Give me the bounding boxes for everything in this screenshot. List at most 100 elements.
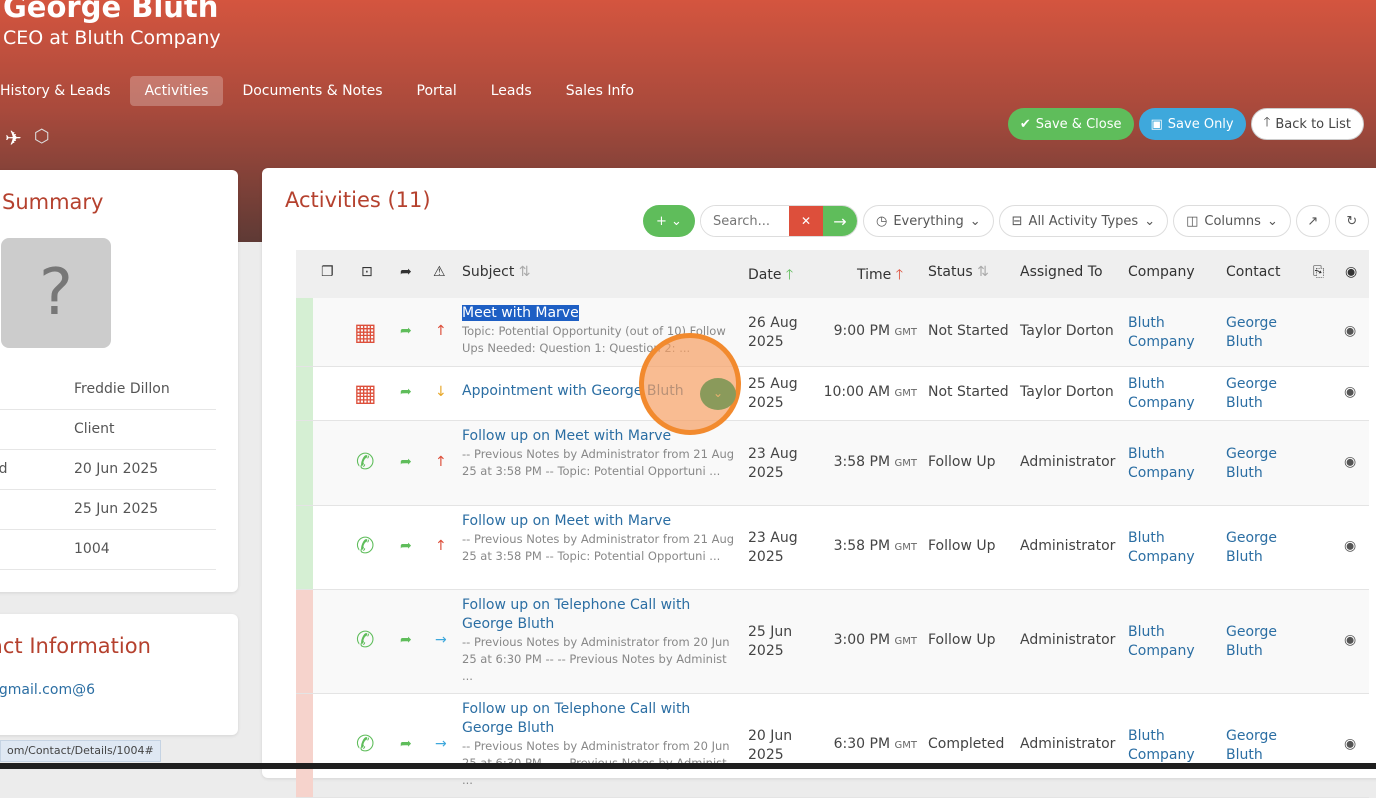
activity-notes: -- Previous Notes by Administrator from …	[462, 532, 735, 563]
phone-icon: ✆	[356, 449, 375, 475]
save-close-button[interactable]: ✔ Save & Close	[1007, 108, 1134, 140]
summary-row: Freddie Dillon	[0, 370, 216, 410]
header-contact[interactable]: Contact	[1226, 264, 1280, 280]
status-stripe	[296, 694, 313, 797]
view-eye-icon[interactable]: ◉	[1344, 323, 1356, 339]
activity-time: 6:30 PM GMT	[833, 736, 917, 752]
activity-date: 26 Aug 2025	[748, 314, 798, 350]
tab-portal[interactable]: Portal	[402, 76, 472, 106]
row-expand-button[interactable]: ⌄	[700, 378, 736, 410]
calendar-icon: ▦	[354, 317, 377, 346]
activity-date: 23 Aug 2025	[748, 445, 798, 481]
company-link[interactable]: Bluth Company	[1128, 445, 1208, 483]
table-row[interactable]: ✆ ➦ → Follow up on Telephone Call with G…	[296, 590, 1369, 694]
summary-row: Client	[0, 410, 216, 450]
activity-time: 3:58 PM GMT	[833, 453, 917, 470]
add-activity-button[interactable]: + ⌄	[643, 205, 695, 237]
header-date[interactable]: Date 🡑	[748, 264, 793, 288]
phone-icon: ✆	[356, 534, 375, 559]
search-box: ✕ →	[700, 205, 858, 237]
company-link[interactable]: Bluth Company	[1128, 314, 1208, 352]
table-row[interactable]: ▦ ➦ ↑ Meet with Marve Topic: Potential O…	[296, 298, 1369, 367]
assigned-to: Taylor Dorton	[1020, 384, 1114, 400]
priority-up-icon: ↑	[435, 538, 447, 554]
contact-link[interactable]: George Bluth	[1226, 445, 1296, 483]
status-stripe	[296, 367, 313, 420]
taskbar	[0, 763, 1376, 769]
contact-link[interactable]: George Bluth	[1226, 727, 1296, 765]
forward-icon[interactable]: ➦	[400, 632, 412, 648]
copy-icon[interactable]: ❐	[321, 264, 334, 280]
refresh-button[interactable]: ↻	[1334, 205, 1369, 237]
save-only-button[interactable]: ▣ Save Only	[1138, 108, 1246, 140]
company-link[interactable]: Bluth Company	[1128, 375, 1208, 413]
company-link[interactable]: Bluth Company	[1128, 727, 1208, 765]
header-assigned[interactable]: Assigned To	[1020, 264, 1103, 280]
back-to-list-button[interactable]: 🡑 Back to List	[1250, 108, 1364, 140]
header-company[interactable]: Company	[1128, 264, 1195, 280]
clear-search-button[interactable]: ✕	[789, 206, 823, 236]
view-eye-icon[interactable]: ◉	[1344, 454, 1356, 470]
header-time[interactable]: Time 🡑	[857, 264, 903, 288]
search-go-button[interactable]: →	[823, 206, 857, 236]
paperclip-icon: ⎘	[1313, 264, 1325, 280]
subject-link[interactable]: Follow up on Telephone Call with George …	[462, 700, 737, 738]
forward-icon[interactable]: ➦	[400, 736, 412, 752]
warning-icon[interactable]: ⚠	[433, 264, 446, 280]
contact-link[interactable]: George Bluth	[1226, 314, 1296, 352]
activity-type-dropdown[interactable]: ⊟ All Activity Types ⌄	[998, 205, 1169, 237]
alert-hexagon-icon[interactable]: ⬡	[34, 126, 50, 150]
columns-dropdown[interactable]: ◫ Columns ⌄	[1173, 205, 1291, 237]
view-eye-icon[interactable]: ◉	[1344, 736, 1356, 752]
avatar: ?	[1, 238, 111, 348]
subject-link[interactable]: Meet with Marve	[462, 304, 737, 323]
forward-icon[interactable]: ➦	[400, 264, 412, 280]
inbox-icon[interactable]: ⊡	[361, 264, 373, 280]
summary-value: 20 Jun 2025	[74, 461, 159, 477]
company-link[interactable]: Bluth Company	[1128, 623, 1208, 661]
summary-label: ed	[0, 461, 8, 477]
table-row[interactable]: ▦ ➦ ↓ Appointment with George Bluth 25 A…	[296, 367, 1369, 421]
subject-link[interactable]: Follow up on Telephone Call with George …	[462, 596, 737, 634]
clock-icon: ◷	[876, 213, 888, 229]
header-status[interactable]: Status ⇅	[928, 264, 989, 280]
tab-documents-notes[interactable]: Documents & Notes	[227, 76, 397, 106]
header-subject[interactable]: Subject ⇅	[462, 264, 531, 280]
company-link[interactable]: Bluth Company	[1128, 529, 1208, 567]
email-link[interactable]: 6@gmail.com	[0, 682, 95, 698]
search-input[interactable]	[701, 206, 789, 236]
tab-history-leads[interactable]: History & Leads	[0, 76, 126, 106]
external-link-button[interactable]: ↗	[1295, 205, 1330, 237]
activity-notes: -- Previous Notes by Administrator from …	[462, 447, 735, 478]
view-eye-icon[interactable]: ◉	[1344, 632, 1356, 648]
forward-icon[interactable]: ➦	[400, 538, 412, 554]
assigned-to: Taylor Dorton	[1020, 322, 1114, 339]
forward-icon[interactable]: ➦	[400, 454, 412, 470]
tab-sales-info[interactable]: Sales Info	[551, 76, 649, 106]
pin-icon[interactable]: ✈︎	[5, 126, 22, 150]
view-eye-icon[interactable]: ◉	[1344, 384, 1356, 400]
activities-table: ❐ ⊡ ➦ ⚠ Subject ⇅ Date 🡑 Time 🡑 Status ⇅…	[296, 250, 1369, 798]
view-eye-icon[interactable]: ◉	[1344, 538, 1356, 554]
summary-row: ed 20 Jun 2025	[0, 450, 216, 490]
summary-value: 1004	[74, 541, 110, 557]
tab-activities[interactable]: Activities	[129, 76, 224, 106]
subject-link[interactable]: Follow up on Meet with Marve	[462, 512, 737, 531]
activity-date: 25 Jun 2025	[748, 624, 793, 659]
table-row[interactable]: ✆ ➦ ↑ Follow up on Meet with Marve -- Pr…	[296, 506, 1369, 590]
date-filter-dropdown[interactable]: ◷ Everything ⌄	[863, 205, 994, 237]
forward-icon[interactable]: ➦	[400, 323, 412, 339]
status-stripe	[296, 590, 313, 693]
table-row[interactable]: ✆ ➦ ↑ Follow up on Meet with Marve -- Pr…	[296, 421, 1369, 506]
contact-subtitle: CEO at Bluth Company	[3, 27, 221, 49]
priority-up-icon: ↑	[435, 322, 447, 339]
forward-icon[interactable]: ➦	[400, 384, 412, 400]
summary-value: Freddie Dillon	[74, 381, 170, 397]
summary-value: Client	[74, 421, 115, 437]
contact-link[interactable]: George Bluth	[1226, 375, 1296, 413]
table-row[interactable]: ✆ ➦ → Follow up on Telephone Call with G…	[296, 694, 1369, 798]
contact-link[interactable]: George Bluth	[1226, 529, 1296, 567]
contact-link[interactable]: George Bluth	[1226, 623, 1296, 661]
phone-icon: ✆	[356, 732, 375, 757]
tab-leads[interactable]: Leads	[476, 76, 547, 106]
